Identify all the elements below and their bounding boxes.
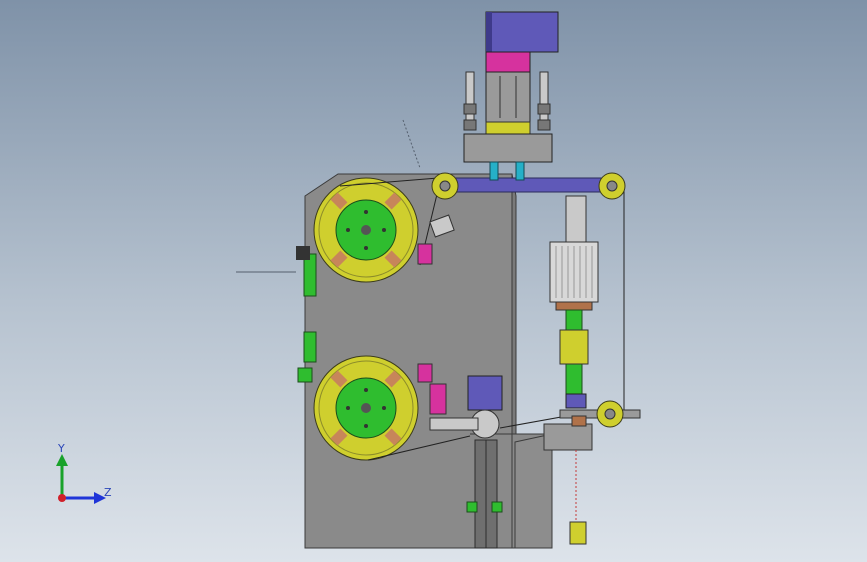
guide-block [485, 71, 531, 123]
y-label: Y [57, 442, 65, 455]
bracket-magenta [429, 383, 447, 415]
spring-block [485, 121, 531, 135]
lower-bracket [543, 423, 593, 451]
motor-flange-bottom [555, 301, 593, 311]
lower-right-slope [514, 433, 553, 549]
cylinder-base [463, 133, 553, 163]
bracket-magenta [417, 243, 433, 265]
lower-reel [313, 355, 419, 461]
motor-body [485, 11, 559, 53]
sensor-head [296, 246, 310, 260]
bracket-magenta [417, 363, 433, 383]
coupling [559, 329, 589, 365]
orientation-triad: Y Z [56, 442, 112, 504]
z-label: Z [104, 486, 112, 499]
cad-viewport[interactable]: Y Z [0, 0, 867, 562]
machine-model[interactable] [0, 0, 867, 562]
sensor-block [569, 521, 587, 545]
gear-motor [467, 375, 503, 411]
adjust-screw-right [537, 71, 551, 131]
shaft-top [565, 195, 587, 243]
bracket-green [466, 501, 478, 513]
y-arrowhead [56, 454, 68, 466]
sensor-strip [303, 253, 317, 297]
leader-line [402, 119, 421, 169]
bracket-green [491, 501, 503, 513]
tension-arm [429, 417, 479, 431]
adjust-screw-left [463, 71, 477, 131]
motor-flange [485, 51, 531, 73]
upper-reel [313, 177, 419, 283]
sensor-head [297, 367, 313, 383]
sensor-strip [303, 331, 317, 363]
cross-arm [437, 177, 617, 193]
x-axis-dot [58, 494, 66, 502]
